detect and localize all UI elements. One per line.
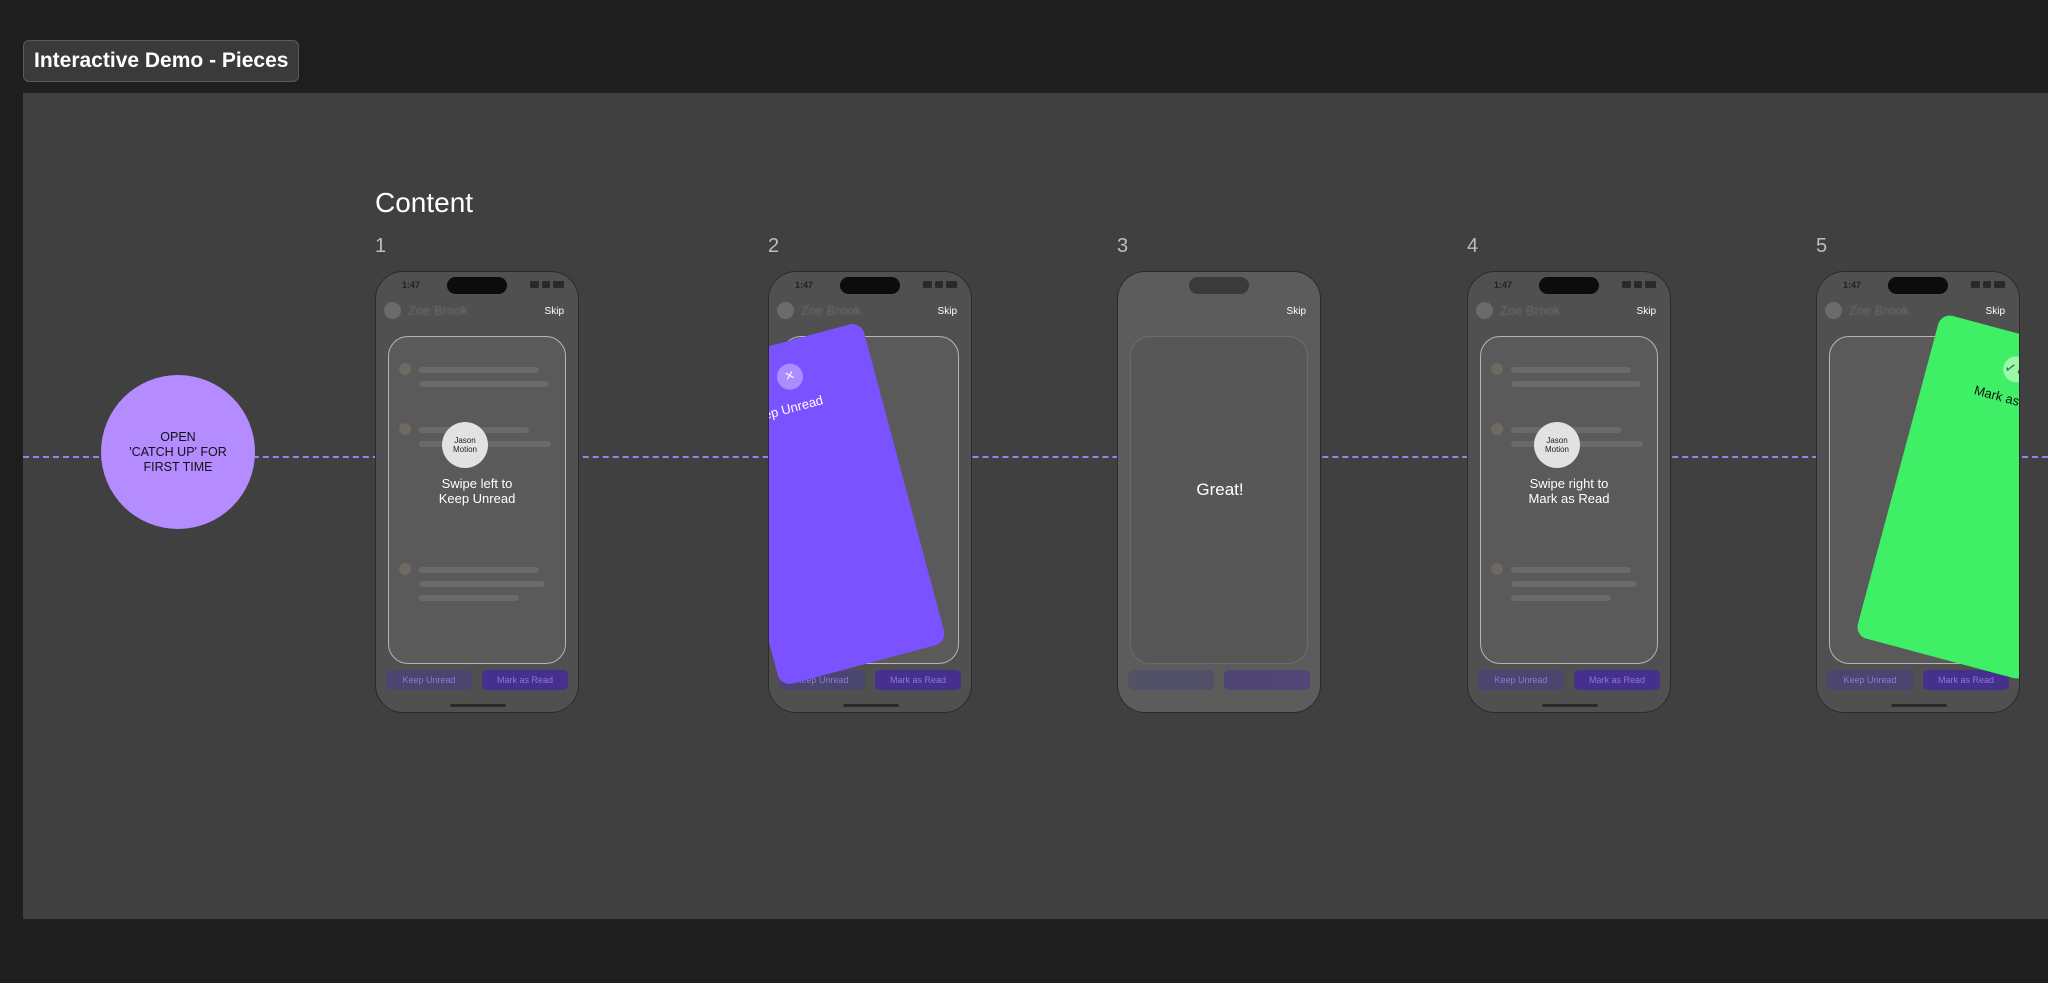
step-number-4: 4 (1467, 235, 1479, 257)
mail-header: Zoe Brook (1476, 302, 1560, 319)
home-indicator (450, 704, 506, 707)
dynamic-island (840, 277, 900, 294)
section-title: Content (375, 187, 474, 218)
dynamic-island (1189, 277, 1249, 294)
phone-frame-1[interactable]: 1:47 Zoe Brook Skip Jason Motion Swipe l… (375, 271, 579, 713)
step-number-2: 2 (768, 235, 780, 257)
sender-name: Zoe Brook (801, 303, 861, 318)
step-number-3: 3 (1117, 235, 1129, 257)
status-icons (923, 281, 957, 288)
instruction-text: Swipe right to Mark as Read (1528, 476, 1610, 506)
start-node[interactable]: OPEN 'CATCH UP' FOR FIRST TIME (101, 375, 255, 529)
mark-as-read-button[interactable]: Mark as Read (482, 670, 568, 690)
phone-frame-2[interactable]: 1:47 Zoe Brook Skip Keep Unread Mark as … (768, 271, 972, 713)
sender-avatar (1476, 302, 1493, 319)
sender-name: Zoe Brook (408, 303, 468, 318)
sender-avatar-circle: Jason Motion (1534, 422, 1580, 468)
sender-avatar (777, 302, 794, 319)
home-indicator (1542, 704, 1598, 707)
keep-unread-button[interactable]: Keep Unread (1478, 670, 1564, 690)
action-buttons: Keep Unread Mark as Read (386, 670, 568, 690)
swipe-card-label: Mark as read (1972, 382, 2020, 416)
mail-header: Zoe Brook (384, 302, 468, 319)
message-card[interactable] (1130, 336, 1308, 664)
sender-avatar-circle: Jason Motion (442, 422, 488, 468)
skip-button[interactable]: Skip (1637, 306, 1656, 317)
sender-name: Zoe Brook (1500, 303, 1560, 318)
mark-as-read-button[interactable]: Mark as Read (1574, 670, 1660, 690)
keep-unread-button[interactable] (1128, 670, 1214, 690)
skip-button[interactable]: Skip (1986, 306, 2005, 317)
mark-as-read-button[interactable] (1224, 670, 1310, 690)
action-buttons: Keep Unread Mark as Read (1827, 670, 2009, 690)
status-time: 1:47 (1494, 280, 1513, 290)
status-time: 1:47 (1843, 280, 1862, 290)
step-number-1: 1 (375, 235, 387, 257)
phone-frame-4[interactable]: 1:47 Zoe Brook Skip Jason Motion Swipe r… (1467, 271, 1671, 713)
double-check-icon: ✓✓ (2000, 353, 2019, 386)
sender-name: Zoe Brook (1849, 303, 1909, 318)
home-indicator (843, 704, 899, 707)
status-icons (1622, 281, 1656, 288)
step-number-5: 5 (1816, 235, 1828, 257)
close-icon: × (774, 360, 806, 393)
flow-connector (23, 456, 2048, 458)
keep-unread-button[interactable]: Keep Unread (386, 670, 472, 690)
canvas: OPEN 'CATCH UP' FOR FIRST TIME Content 1… (23, 93, 2048, 919)
status-icons (1971, 281, 2005, 288)
dynamic-island (447, 277, 507, 294)
mark-as-read-button[interactable]: Mark as Read (875, 670, 961, 690)
action-buttons (1128, 670, 1310, 690)
home-indicator (1891, 704, 1947, 707)
keep-unread-button[interactable]: Keep Unread (1827, 670, 1913, 690)
sender-avatar (384, 302, 401, 319)
dynamic-island (1888, 277, 1948, 294)
skip-button[interactable]: Skip (938, 306, 957, 317)
success-text: Great! (1196, 480, 1244, 499)
phone-frame-5[interactable]: 1:47 Zoe Brook Skip Keep Unread Mark as … (1816, 271, 2020, 713)
sender-avatar (1825, 302, 1842, 319)
skip-button[interactable]: Skip (545, 306, 564, 317)
swipe-card-label: Keep Unread (768, 392, 825, 427)
dynamic-island (1539, 277, 1599, 294)
status-time: 1:47 (795, 280, 814, 290)
status-time: 1:47 (402, 280, 421, 290)
skip-button[interactable]: Skip (1287, 306, 1306, 317)
frame-title[interactable]: Interactive Demo - Pieces (23, 40, 300, 82)
phone-frame-3[interactable]: Skip Great! (1117, 271, 1321, 713)
action-buttons: Keep Unread Mark as Read (1478, 670, 1660, 690)
instruction-text: Swipe left to Keep Unread (438, 476, 516, 506)
mail-header: Zoe Brook (1825, 302, 1909, 319)
status-icons (530, 281, 564, 288)
mail-header: Zoe Brook (777, 302, 861, 319)
